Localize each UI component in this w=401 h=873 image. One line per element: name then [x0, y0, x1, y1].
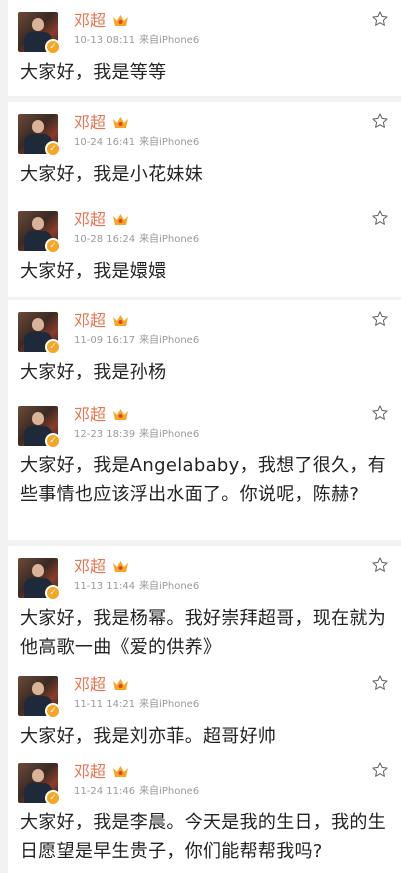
verified-badge-icon: ✓	[45, 141, 61, 157]
author-name[interactable]: 邓超	[74, 113, 106, 133]
author-name[interactable]: 邓超	[74, 11, 106, 31]
post-source: 来自iPhone6	[139, 699, 200, 710]
star-outline-icon[interactable]	[371, 761, 389, 779]
post-text: 大家好，我是李晨。今天是我的生日，我的生日愿望是早生贵子，你们能帮帮我吗?	[20, 812, 386, 862]
verified-badge-icon: ✓	[45, 433, 61, 449]
star-outline-icon[interactable]	[371, 112, 389, 130]
verified-badge-icon: ✓	[45, 585, 61, 601]
post-meta: 11-24 11:46 来自iPhone6	[74, 786, 199, 798]
vip-crown-icon	[113, 315, 128, 326]
post-meta: 10-28 16:24 来自iPhone6	[74, 234, 199, 246]
star-outline-icon[interactable]	[371, 556, 389, 574]
post-time: 10-28 16:24	[74, 234, 136, 245]
post-text: 大家好，我是Angelababy，我想了很久，有些事情也应该浮出水面了。你说呢，…	[20, 455, 386, 505]
weibo-post: ✓ 邓超 10-24 16:41 来自iPhone6 大家好，我是小花妹妹	[8, 102, 401, 199]
post-time: 11-11 14:21	[74, 699, 136, 710]
weibo-post: ✓ 邓超 12-23 18:39 来自iPhone6 大家好，我是Angelaba…	[8, 394, 401, 540]
vip-crown-icon	[113, 679, 128, 690]
verified-badge-icon: ✓	[45, 790, 61, 806]
post-meta: 10-13 08:11 来自iPhone6	[74, 35, 199, 47]
author-name[interactable]: 邓超	[74, 210, 106, 230]
post-time: 12-23 18:39	[74, 429, 136, 440]
author-name[interactable]: 邓超	[74, 762, 106, 782]
post-meta: 10-24 16:41 来自iPhone6	[74, 137, 199, 149]
post-source: 来自iPhone6	[139, 335, 200, 346]
author-name[interactable]: 邓超	[74, 557, 106, 577]
post-time: 11-09 16:17	[74, 335, 136, 346]
vip-crown-icon	[113, 15, 128, 26]
post-source: 来自iPhone6	[139, 234, 200, 245]
post-meta: 11-11 14:21 来自iPhone6	[74, 699, 199, 711]
post-time: 10-13 08:11	[74, 35, 136, 46]
post-text: 大家好，我是小花妹妹	[20, 164, 203, 185]
vip-crown-icon	[113, 561, 128, 572]
star-outline-icon[interactable]	[371, 404, 389, 422]
vip-crown-icon	[113, 409, 128, 420]
post-text: 大家好，我是等等	[20, 62, 167, 83]
star-outline-icon[interactable]	[371, 209, 389, 227]
post-text: 大家好，我是孙杨	[20, 362, 167, 383]
weibo-post: ✓ 邓超 11-13 11:44 来自iPhone6 大家好，我是杨幂。我好崇拜超…	[8, 546, 401, 664]
verified-badge-icon: ✓	[45, 339, 61, 355]
post-text: 大家好，我是嬛嬛	[20, 261, 167, 282]
star-outline-icon[interactable]	[371, 674, 389, 692]
weibo-post: ✓ 邓超 11-09 16:17 来自iPhone6 大家好，我是孙杨	[8, 300, 401, 396]
author-name[interactable]: 邓超	[74, 311, 106, 331]
star-outline-icon[interactable]	[371, 10, 389, 28]
post-source: 来自iPhone6	[139, 35, 200, 46]
weibo-post: ✓ 邓超 10-13 08:11 来自iPhone6 大家好，我是等等	[8, 0, 401, 96]
post-time: 10-24 16:41	[74, 137, 136, 148]
post-source: 来自iPhone6	[139, 429, 200, 440]
post-source: 来自iPhone6	[139, 581, 200, 592]
vip-crown-icon	[113, 766, 128, 777]
author-name[interactable]: 邓超	[74, 405, 106, 425]
vip-crown-icon	[113, 117, 128, 128]
star-outline-icon[interactable]	[371, 310, 389, 328]
post-source: 来自iPhone6	[139, 786, 200, 797]
verified-badge-icon: ✓	[45, 238, 61, 254]
post-meta: 12-23 18:39 来自iPhone6	[74, 429, 199, 441]
verified-badge-icon: ✓	[45, 703, 61, 719]
vip-crown-icon	[113, 214, 128, 225]
post-text: 大家好，我是杨幂。我好崇拜超哥，现在就为他高歌一曲《爱的供养》	[20, 608, 386, 658]
post-meta: 11-09 16:17 来自iPhone6	[74, 335, 199, 347]
post-text: 大家好，我是刘亦菲。超哥好帅	[20, 726, 277, 747]
weibo-post: ✓ 邓超 11-24 11:46 来自iPhone6 大家好，我是李晨。今天是我的…	[8, 751, 401, 873]
verified-badge-icon: ✓	[45, 39, 61, 55]
post-meta: 11-13 11:44 来自iPhone6	[74, 581, 199, 593]
post-time: 11-13 11:44	[74, 581, 136, 592]
author-name[interactable]: 邓超	[74, 675, 106, 695]
post-time: 11-24 11:46	[74, 786, 136, 797]
weibo-post: ✓ 邓超 11-11 14:21 来自iPhone6 大家好，我是刘亦菲。超哥好帅	[8, 664, 401, 759]
weibo-post: ✓ 邓超 10-28 16:24 来自iPhone6 大家好，我是嬛嬛	[8, 199, 401, 297]
post-source: 来自iPhone6	[139, 137, 200, 148]
